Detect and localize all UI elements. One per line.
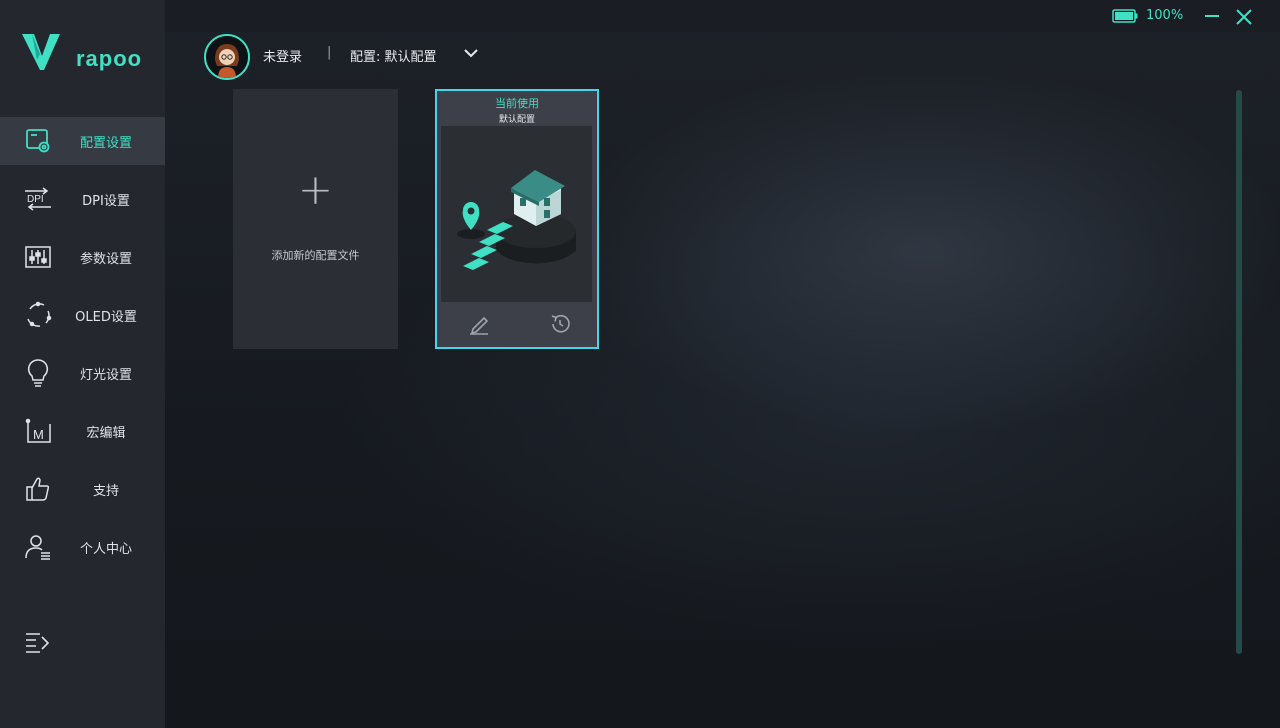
sidebar-item-label: 配置设置 [79, 135, 132, 151]
sidebar-item-label: 支持 [92, 483, 119, 499]
avatar[interactable] [204, 34, 250, 80]
scrollbar[interactable] [1236, 90, 1242, 654]
lightbulb-icon [22, 359, 54, 387]
history-icon[interactable] [549, 313, 571, 335]
sidebar-item-personal-center[interactable]: 个人中心 [0, 523, 165, 571]
thumbs-up-icon [22, 475, 54, 503]
sidebar-item-lighting[interactable]: 灯光设置 [0, 349, 165, 397]
sidebar-item-support[interactable]: 支持 [0, 465, 165, 513]
battery-icon [1112, 9, 1138, 23]
login-status[interactable]: 未登录 [263, 46, 302, 65]
profile-settings-icon [22, 127, 54, 155]
profile-name: 默认配置 [498, 115, 535, 125]
sidebar-item-label: 宏编辑 [86, 425, 126, 441]
sidebar-item-profile-settings[interactable]: 配置设置 [0, 117, 165, 165]
oled-icon [22, 301, 54, 329]
svg-text:DPI: DPI [27, 194, 44, 205]
user-icon [22, 533, 54, 561]
add-profile-label: 添加新的配置文件 [271, 249, 360, 262]
current-config-label[interactable]: 配置: 默认配置 [350, 46, 437, 65]
pencil-icon[interactable] [468, 313, 490, 335]
sidebar-item-label: 参数设置 [79, 251, 132, 267]
sidebar-item-oled[interactable]: OLED设置 [0, 291, 165, 339]
svg-text:rapoo: rapoo [76, 46, 142, 71]
add-profile-card[interactable]: + 添加新的配置文件 [233, 89, 398, 349]
chevron-down-icon[interactable] [462, 46, 480, 60]
battery-level: 100% [1146, 8, 1184, 23]
minimize-button[interactable] [1203, 8, 1221, 24]
sidebar: rapoo 配置设置 DPI DPI设置 参数设置 OLED设置 灯光设置 M … [0, 0, 165, 728]
svg-text:M: M [33, 427, 44, 442]
dpi-icon: DPI [22, 185, 54, 213]
header-separator: | [327, 45, 332, 60]
profile-card[interactable]: 当前使用 默认配置 [435, 89, 599, 349]
profile-artwork [441, 126, 592, 302]
sidebar-item-macro[interactable]: M 宏编辑 [0, 407, 165, 455]
sliders-icon [22, 243, 54, 271]
sidebar-item-label: 个人中心 [79, 541, 132, 557]
close-button[interactable] [1234, 7, 1254, 27]
plus-icon: + [297, 165, 334, 214]
sidebar-item-label: DPI设置 [82, 193, 130, 209]
current-use-badge: 当前使用 [495, 97, 539, 110]
macro-icon: M [22, 417, 54, 445]
sidebar-item-label: 灯光设置 [79, 367, 132, 383]
sidebar-item-parameters[interactable]: 参数设置 [0, 233, 165, 281]
menu-collapse-icon[interactable] [24, 630, 52, 656]
sidebar-item-label: OLED设置 [75, 309, 137, 325]
sidebar-item-dpi[interactable]: DPI DPI设置 [0, 175, 165, 223]
rapoo-logo: rapoo [22, 34, 142, 71]
isometric-house-icon [457, 170, 576, 270]
